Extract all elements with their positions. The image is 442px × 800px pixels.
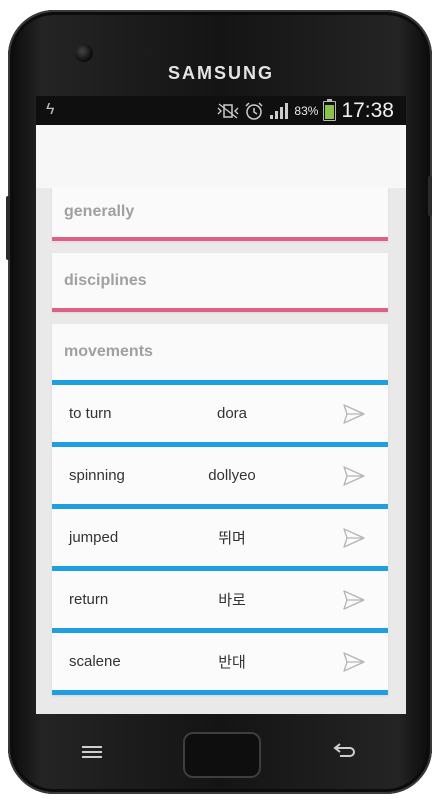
phrase-english: return: [69, 591, 109, 608]
volume-button: [6, 196, 10, 260]
phrase-row[interactable]: spinning dollyeo: [52, 447, 388, 504]
menu-icon[interactable]: [80, 744, 104, 760]
home-button[interactable]: [183, 732, 261, 778]
proximity-sensor: [130, 48, 138, 56]
clock: 17:38: [341, 98, 394, 122]
category-accent-bar: [52, 237, 388, 241]
phrase-row[interactable]: jumped 뛰며: [52, 509, 388, 566]
phrase-korean: 반대: [218, 654, 246, 671]
phrase-english: jumped: [69, 529, 119, 546]
category-card-disciplines[interactable]: disciplines: [52, 253, 388, 312]
light-sensor: [145, 48, 153, 56]
brand-logo: SAMSUNG: [167, 63, 274, 83]
phrase-korean: 뛰며: [218, 530, 246, 547]
signal-icon: [270, 102, 289, 119]
vibrate-icon: [217, 102, 239, 119]
back-icon[interactable]: [332, 742, 356, 760]
row-divider: [52, 690, 388, 695]
phrase-english: scalene: [69, 653, 121, 670]
alarm-icon: [245, 101, 263, 120]
phrase-korean: 바로: [218, 592, 246, 609]
phrase-english: to turn: [69, 405, 112, 422]
category-title: generally: [64, 203, 135, 220]
battery-percent: 83%: [294, 103, 319, 118]
category-title: movements: [64, 343, 153, 360]
status-bar: ϟ 83% 17:38: [36, 96, 406, 125]
send-icon[interactable]: [342, 588, 366, 612]
power-button: [428, 176, 432, 216]
phrase-row[interactable]: scalene 반대: [52, 633, 388, 690]
phrase-korean: dollyeo: [208, 467, 256, 484]
phrase-row[interactable]: to turn dora: [52, 385, 388, 442]
send-icon[interactable]: [342, 402, 366, 426]
phrase-korean: dora: [216, 405, 248, 422]
phrase-row[interactable]: return 바로: [52, 571, 388, 628]
send-icon[interactable]: [342, 650, 366, 674]
app-bar: [36, 125, 406, 189]
screen: ϟ 83% 17:38 generally disciplines moveme…: [36, 96, 406, 714]
usb-debug-icon: ϟ: [46, 101, 55, 118]
content: generally disciplines movements to turn …: [36, 187, 406, 695]
front-camera: [75, 44, 93, 62]
category-accent-bar: [52, 308, 388, 312]
category-card-generally[interactable]: generally: [52, 187, 388, 241]
category-title: disciplines: [64, 271, 147, 289]
battery-icon: [323, 98, 337, 121]
send-icon[interactable]: [342, 464, 366, 488]
send-icon[interactable]: [342, 526, 366, 550]
phrase-english: spinning: [69, 467, 125, 484]
category-card-movements[interactable]: movements to turn dora spinning dollyeo …: [52, 324, 388, 695]
